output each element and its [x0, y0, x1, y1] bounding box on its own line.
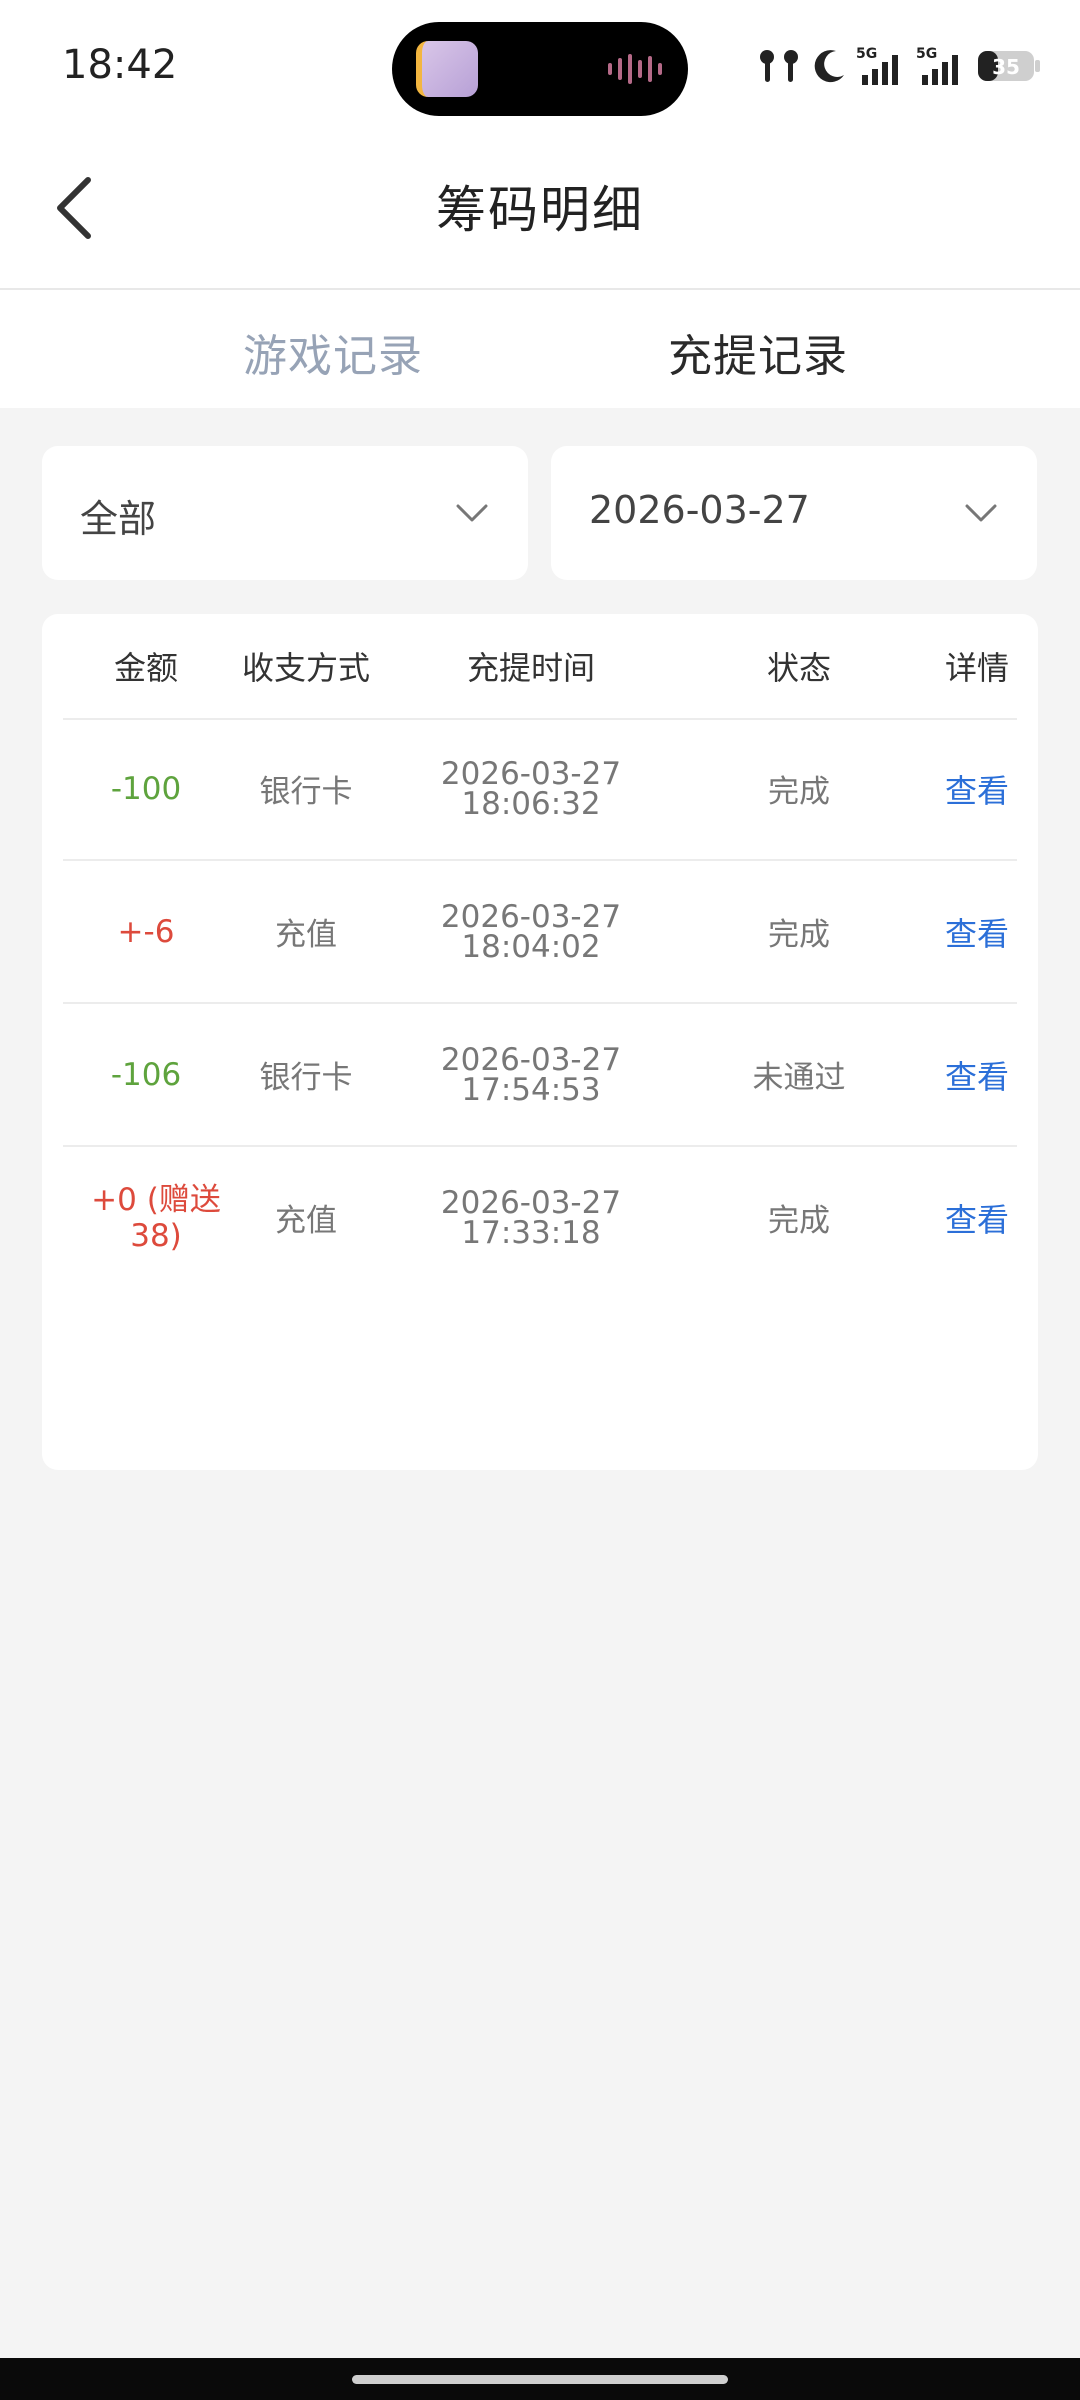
network-1-label: 5G [856, 46, 877, 62]
status-time: 18:42 [62, 42, 178, 88]
record-date: 2026-03-27 [440, 1041, 622, 1078]
column-header-method: 收支方式 [241, 649, 370, 687]
status-cell: 完成 [768, 917, 830, 953]
method-cell: 充值 [275, 917, 337, 953]
method-cell: 银行卡 [259, 774, 353, 810]
record-time: 18:04:02 [461, 928, 601, 965]
status-bar: 18:42 5G 5G 35 [0, 0, 1080, 140]
time-cell: 2026-03-27 17:54:53 [383, 1004, 679, 1145]
time-cell: 2026-03-27 18:04:02 [383, 861, 679, 1002]
status-cell: 完成 [768, 1203, 830, 1239]
app-header: 筹码明细 [0, 140, 1080, 290]
record-date: 2026-03-27 [440, 898, 622, 935]
amount-cell: -100 [110, 770, 182, 807]
type-filter-value: 全部 [80, 497, 157, 541]
home-indicator[interactable] [352, 2375, 728, 2384]
records-table: 金额 收支方式 充提时间 状态 详情 -100 银行卡 2026-03-27 1… [42, 614, 1038, 1470]
record-date: 2026-03-27 [440, 1184, 622, 1221]
table-row: -106 银行卡 2026-03-27 17:54:53 未通过 查看 [63, 1004, 1017, 1147]
signal-icon: 5G [856, 46, 898, 85]
table-row: +-6 充值 2026-03-27 18:04:02 完成 查看 [63, 861, 1017, 1004]
date-filter-value: 2026-03-27 [589, 488, 810, 532]
signal-icon: 5G [916, 46, 958, 85]
now-playing-app-icon[interactable] [416, 41, 478, 97]
earbuds-icon [760, 50, 798, 82]
chevron-down-icon [456, 504, 488, 522]
method-cell: 银行卡 [259, 1060, 353, 1096]
amount-cell: -106 [110, 1056, 182, 1093]
record-date: 2026-03-27 [440, 755, 622, 792]
battery-icon: 35 [978, 51, 1040, 81]
navigation-bar [0, 2358, 1080, 2400]
method-cell: 充值 [275, 1203, 337, 1239]
status-icons: 5G 5G 35 [756, 44, 1042, 88]
table-row: -100 银行卡 2026-03-27 18:06:32 完成 查看 [63, 718, 1017, 861]
type-filter-select[interactable]: 全部 [42, 446, 528, 580]
view-detail-link[interactable]: 查看 [919, 718, 1035, 859]
column-header-time: 充提时间 [466, 649, 595, 687]
table-row: +0 (赠送38) 充值 2026-03-27 17:33:18 完成 查看 [63, 1147, 1017, 1288]
view-detail-link[interactable]: 查看 [919, 1004, 1035, 1145]
record-time: 18:06:32 [461, 785, 601, 822]
moon-icon [814, 50, 844, 83]
tab-game-records[interactable]: 游戏记录 [243, 320, 423, 384]
tab-recharge-records[interactable]: 充提记录 [668, 320, 848, 384]
record-time: 17:33:18 [461, 1214, 601, 1251]
view-detail-link[interactable]: 查看 [919, 861, 1035, 1002]
time-cell: 2026-03-27 18:06:32 [383, 718, 679, 859]
audio-wave-icon [608, 54, 662, 84]
table-header: 金额 收支方式 充提时间 状态 详情 [63, 614, 1017, 720]
amount-cell: +0 (赠送38) [91, 1181, 221, 1254]
status-cell: 未通过 [752, 1060, 846, 1096]
chevron-down-icon [965, 504, 997, 522]
record-tabs: 游戏记录 充提记录 [0, 290, 1080, 408]
time-cell: 2026-03-27 17:33:18 [383, 1147, 679, 1288]
record-time: 17:54:53 [461, 1071, 601, 1108]
amount-cell: +-6 [117, 913, 175, 950]
page-title: 筹码明细 [436, 181, 644, 239]
battery-level: 35 [992, 55, 1020, 79]
column-header-status: 状态 [766, 649, 831, 687]
status-cell: 完成 [768, 774, 830, 810]
column-header-amount: 金额 [113, 649, 178, 687]
date-filter-select[interactable]: 2026-03-27 [551, 446, 1037, 580]
column-header-detail: 详情 [944, 649, 1009, 687]
dynamic-island[interactable] [392, 22, 688, 116]
view-detail-link[interactable]: 查看 [919, 1147, 1035, 1288]
network-2-label: 5G [916, 46, 937, 62]
